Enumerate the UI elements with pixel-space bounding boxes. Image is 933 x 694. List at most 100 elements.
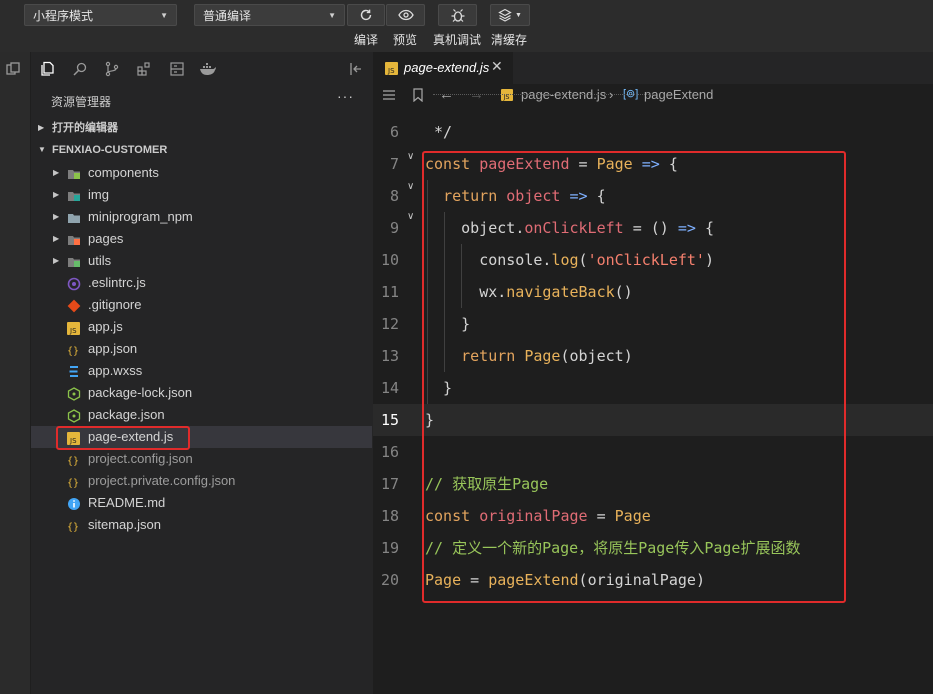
json-icon: {} — [67, 342, 81, 357]
line-code: wx.navigateBack() — [479, 283, 633, 301]
compile-button[interactable] — [347, 4, 385, 26]
storage-icon[interactable] — [168, 60, 186, 78]
tree-folder[interactable]: ▶ components — [31, 162, 372, 184]
tree-file[interactable]: app.wxss — [31, 360, 372, 382]
line-number: 17 — [380, 475, 399, 493]
explorer-files-icon[interactable] — [38, 60, 56, 78]
tree-file[interactable]: {} project.private.config.json — [31, 470, 372, 492]
collapse-panel-icon[interactable] — [347, 60, 365, 78]
file-name: app.json — [88, 341, 138, 356]
code-line[interactable]: 18 const originalPage = Page — [373, 500, 933, 532]
line-code: const originalPage = Page — [425, 507, 651, 525]
line-number: 18 — [380, 507, 399, 525]
line-number: 16 — [380, 443, 399, 461]
chevron-right-icon[interactable]: ▶ — [53, 228, 59, 250]
explorer-panel: 资源管理器 ··· ▶ 打开的编辑器 ▼ FENXIAO-CUSTOMER ▶ c… — [31, 52, 372, 694]
tree-folder[interactable]: ▶ img — [31, 184, 372, 206]
layers-icon — [498, 8, 512, 22]
chevron-down-icon: ▼ — [38, 145, 46, 154]
list-icon[interactable] — [382, 89, 396, 101]
file-name: package.json — [88, 407, 165, 422]
line-number: 13 — [380, 347, 399, 365]
line-number: 15 — [380, 411, 399, 429]
code-line[interactable]: 15} — [373, 404, 933, 436]
file-name: .gitignore — [88, 297, 142, 312]
node-icon — [67, 386, 81, 401]
tab-label: page-extend.js — [404, 60, 490, 75]
code-line[interactable]: 10 console.log('onClickLeft') — [373, 244, 933, 276]
tree-file[interactable]: {} app.json — [31, 338, 372, 360]
json-icon: {} — [67, 518, 81, 533]
line-code: const pageExtend = Page => { — [425, 155, 678, 173]
tab-page-extend-js[interactable]: JS page-extend.js ✕ — [373, 52, 513, 84]
code-line[interactable]: 8 return object => { — [373, 180, 933, 212]
git-icon — [67, 298, 81, 313]
chevron-right-icon[interactable]: ▶ — [53, 184, 59, 206]
file-name: utils — [88, 253, 112, 268]
code-line[interactable]: 14 } — [373, 372, 933, 404]
line-code: } — [425, 379, 453, 397]
chevron-right-icon: ▶ — [38, 123, 45, 132]
code-line[interactable]: 17 // 获取原生Page — [373, 468, 933, 500]
bookmark-icon[interactable] — [412, 88, 424, 102]
css-icon — [67, 364, 81, 378]
tree-file[interactable]: README.md — [31, 492, 372, 514]
tree-file[interactable]: package.json — [31, 404, 372, 426]
project-section[interactable]: ▼ FENXIAO-CUSTOMER — [31, 139, 372, 161]
mode-select[interactable]: 小程序模式 ▼ — [24, 4, 177, 26]
tree-file[interactable]: package-lock.json — [31, 382, 372, 404]
extensions-icon[interactable] — [135, 60, 153, 78]
code-line[interactable]: 19 // 定义一个新的Page，将原生Page传入Page扩展函数 — [373, 532, 933, 564]
tree-file[interactable]: {} sitemap.json — [31, 514, 372, 536]
refresh-icon — [360, 9, 372, 21]
tree-folder[interactable]: ▶ miniprogram_npm — [31, 206, 372, 228]
tree-folder[interactable]: ▶ utils — [31, 250, 372, 272]
file-name: project.config.json — [88, 451, 193, 466]
preview-button[interactable] — [386, 4, 425, 26]
chevron-right-icon[interactable]: ▶ — [53, 162, 59, 184]
project-name: FENXIAO-CUSTOMER — [52, 144, 168, 156]
tree-folder[interactable]: ▶ pages — [31, 228, 372, 250]
tree-file[interactable]: .eslintrc.js — [31, 272, 372, 294]
line-number: 8 — [389, 187, 399, 205]
json-icon: {} — [67, 474, 81, 489]
tree-file[interactable]: JS page-extend.js — [31, 426, 372, 448]
split-window-icon[interactable] — [5, 61, 23, 79]
more-actions-icon[interactable]: ··· — [337, 88, 354, 104]
tree-file[interactable]: JS app.js — [31, 316, 372, 338]
code-line[interactable]: 13 return Page(object) — [373, 340, 933, 372]
svg-text:{}: {} — [67, 522, 79, 533]
fold-chevron-icon[interactable]: ∨ — [407, 181, 414, 192]
code-line[interactable]: 11 wx.navigateBack() — [373, 276, 933, 308]
chevron-right-icon[interactable]: ▶ — [53, 250, 59, 272]
tree-file[interactable]: .gitignore — [31, 294, 372, 316]
code-line[interactable]: 9 object.onClickLeft = () => { — [373, 212, 933, 244]
line-number: 7 — [389, 155, 399, 173]
code-line[interactable]: 6 */ — [373, 116, 933, 148]
code-line[interactable]: 20 Page = pageExtend(originalPage) — [373, 564, 933, 596]
chevron-right-icon[interactable]: ▶ — [53, 206, 59, 228]
bug-icon — [451, 9, 464, 22]
close-icon[interactable]: ✕ — [491, 58, 503, 75]
tree-file[interactable]: {} project.config.json — [31, 448, 372, 470]
code-line[interactable]: 7 const pageExtend = Page => { — [373, 148, 933, 180]
js-icon: JS — [67, 430, 81, 445]
code-line[interactable]: 12 } — [373, 308, 933, 340]
pages-folder-icon — [67, 232, 81, 246]
code-line[interactable]: 16 — [373, 436, 933, 468]
explorer-title: 资源管理器 — [51, 95, 112, 109]
clear-cache-label: 清缓存 — [491, 33, 528, 47]
mode-select-value: 小程序模式 — [33, 9, 94, 23]
indent-guide — [427, 180, 428, 404]
compile-select[interactable]: 普通编译 ▼ — [194, 4, 345, 26]
fold-chevron-icon[interactable]: ∨ — [407, 211, 414, 222]
docker-icon[interactable] — [199, 60, 217, 78]
search-icon[interactable] — [71, 60, 89, 78]
source-control-icon[interactable] — [103, 60, 121, 78]
clear-cache-button[interactable]: ▼ — [490, 4, 530, 26]
real-device-debug-button[interactable] — [438, 4, 477, 26]
open-editors-section[interactable]: ▶ 打开的编辑器 — [31, 117, 372, 139]
code-editor: JS page-extend.js ✕ ← → JS page-extend.j… — [373, 52, 933, 694]
fold-chevron-icon[interactable]: ∨ — [407, 151, 414, 162]
file-name: components — [88, 165, 159, 180]
